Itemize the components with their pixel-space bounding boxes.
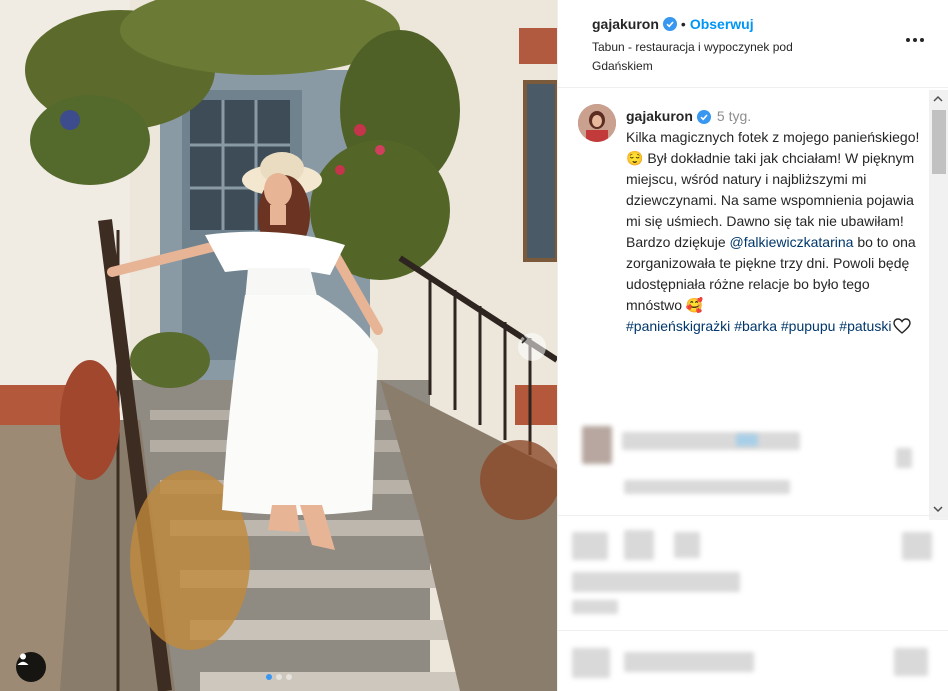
blurred-emoji-button [572, 648, 610, 678]
carousel-dot [285, 674, 292, 680]
blurred-avatar [582, 426, 612, 464]
post-details-panel: gajakuron • Obserwuj Tabun - restauracja… [557, 0, 948, 691]
hashtag-link[interactable]: #pupupu [781, 318, 836, 334]
hashtag-link[interactable]: #panieńskigrażki [626, 318, 730, 334]
carousel-indicator [0, 674, 557, 680]
divider [558, 630, 948, 631]
caption-part-1: Kilka magicznych fotek z mojego panieńsk… [626, 129, 920, 145]
comment-age[interactable]: 5 tyg. [717, 106, 751, 127]
post-header: gajakuron • Obserwuj Tabun - restauracja… [558, 0, 948, 88]
post-header-row: gajakuron • Obserwuj [592, 16, 754, 32]
scrollbar-thumb[interactable] [932, 110, 946, 174]
heart-outline-icon[interactable] [893, 318, 912, 340]
blurred-post-date [572, 600, 618, 614]
comment-username[interactable]: gajakuron [626, 106, 693, 127]
avatar[interactable] [578, 104, 616, 142]
blurred-post-button [894, 648, 928, 676]
blurred-comment [622, 432, 800, 450]
emoji-relieved: 😌 [626, 150, 644, 166]
blurred-comment-button [624, 530, 654, 560]
scroll-up-icon[interactable] [933, 95, 943, 103]
blurred-comment-input [624, 652, 754, 672]
more-options-icon[interactable] [906, 34, 928, 46]
next-photo-button[interactable] [518, 333, 546, 361]
verified-badge-icon [662, 17, 677, 31]
post-location[interactable]: Tabun - restauracja i wypoczynek pod Gda… [592, 38, 832, 76]
blurred-share-button [674, 532, 700, 558]
blurred-comment-meta [624, 480, 790, 494]
separator: • [680, 16, 686, 32]
emoji-smiling-hearts: 🥰 [685, 297, 704, 313]
blurred-likes-count [572, 572, 740, 592]
user-tag-icon [17, 653, 29, 665]
scroll-down-icon[interactable] [933, 505, 943, 513]
mention-link[interactable]: @falkiewiczkatarina [730, 234, 854, 250]
post-username[interactable]: gajakuron [592, 16, 659, 32]
blurred-save-button [902, 532, 932, 560]
carousel-dot [275, 674, 282, 680]
comment-header: gajakuron 5 tyg. [626, 106, 926, 127]
follow-button[interactable]: Obserwuj [690, 16, 754, 32]
caption-text: Kilka magicznych fotek z mojego panieńsk… [626, 127, 926, 340]
verified-badge-icon [696, 109, 711, 124]
carousel-dot-active [265, 674, 272, 680]
comment-body: gajakuron 5 tyg. Kilka magicznych fotek … [626, 106, 926, 340]
chevron-right-icon [521, 334, 528, 344]
divider [558, 515, 948, 516]
blurred-comment [736, 434, 758, 446]
blurred-like-button [572, 532, 608, 560]
hashtag-link[interactable]: #barka [734, 318, 777, 334]
hashtag-link[interactable]: #patuski [839, 318, 891, 334]
photo-illustration [0, 0, 557, 691]
blurred-like-icon [896, 448, 912, 468]
post-photo[interactable] [0, 0, 557, 691]
